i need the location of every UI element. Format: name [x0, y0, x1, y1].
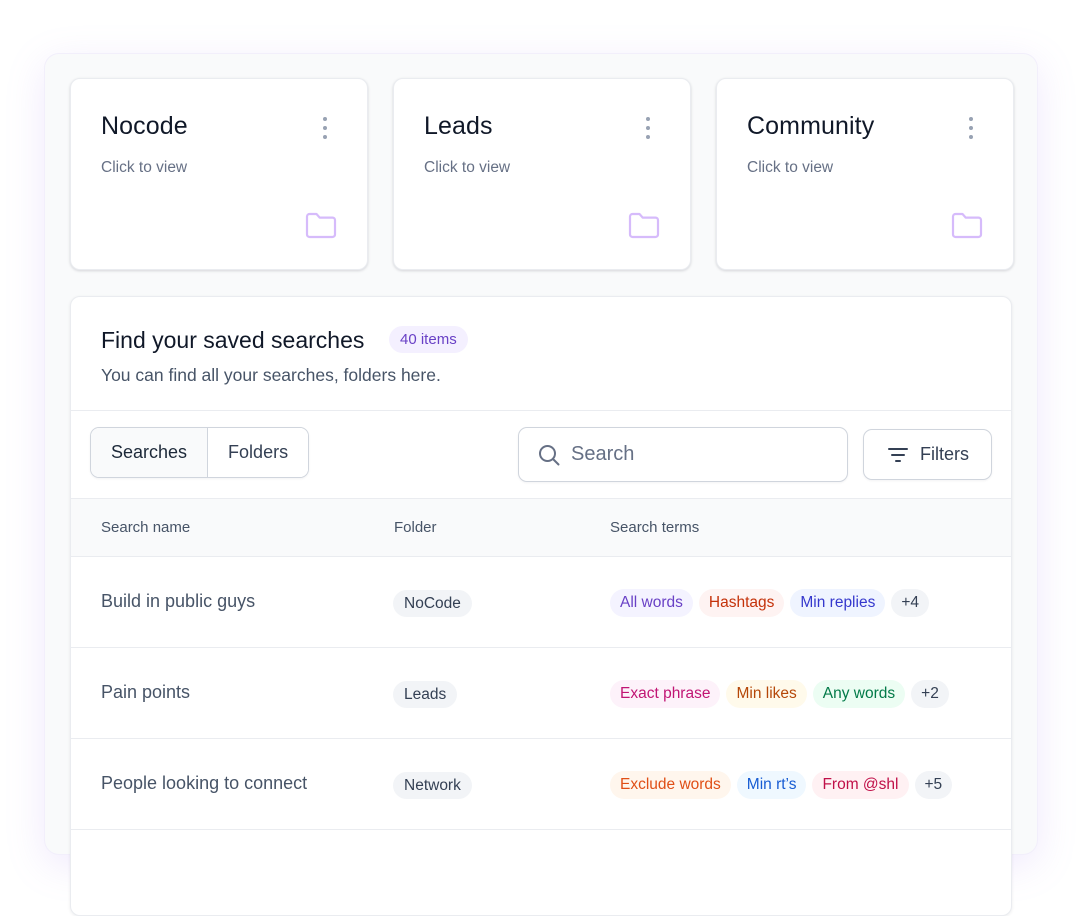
- filters-label: Filters: [920, 444, 969, 464]
- folder-icon: [628, 212, 660, 239]
- search-terms: Exclude words Min rt’s From @shl +5: [610, 771, 953, 799]
- folder-icon: [305, 212, 337, 239]
- folder-card-title: Community: [747, 112, 875, 140]
- toolbar: Searches Folders Filters: [71, 411, 1011, 499]
- folder-card-community[interactable]: Community Click to view: [716, 78, 1014, 270]
- folder-card-subtitle: Click to view: [747, 159, 834, 176]
- term-tag: Exclude words: [610, 771, 731, 799]
- page-title: Find your saved searches: [101, 327, 365, 353]
- term-tag: Min rt’s: [736, 771, 807, 799]
- more-vertical-icon[interactable]: [315, 115, 335, 141]
- more-terms-badge[interactable]: +4: [891, 589, 930, 617]
- table-row[interactable]: People looking to connect Network Exclud…: [71, 739, 1011, 830]
- search-box[interactable]: [518, 427, 848, 482]
- folder-card-title: Leads: [424, 112, 493, 140]
- term-tag: Exact phrase: [610, 680, 721, 708]
- tab-searches[interactable]: Searches: [91, 428, 208, 477]
- table-row[interactable]: Build in public guys NoCode All words Has…: [71, 557, 1011, 648]
- app-frame: Nocode Click to view Leads Click to view…: [45, 54, 1037, 916]
- search-input[interactable]: [571, 443, 831, 466]
- folder-badge: Network: [393, 772, 472, 799]
- filters-button[interactable]: Filters: [863, 429, 992, 480]
- folder-card-subtitle: Click to view: [101, 159, 188, 176]
- folder-cards: Nocode Click to view Leads Click to view…: [70, 78, 1014, 270]
- term-tag: Hashtags: [698, 589, 785, 617]
- table-row[interactable]: Pain points Leads Exact phrase Min likes A…: [71, 648, 1011, 739]
- folder-card-subtitle: Click to view: [424, 159, 511, 176]
- search-terms: Exact phrase Min likes Any words +2: [610, 680, 949, 708]
- more-vertical-icon[interactable]: [638, 115, 658, 141]
- column-header-folder[interactable]: Folder: [394, 519, 437, 536]
- search-icon: [539, 444, 560, 465]
- more-terms-badge[interactable]: +2: [911, 680, 949, 708]
- search-name: People looking to connect: [101, 773, 308, 793]
- folder-icon: [951, 212, 983, 239]
- saved-searches-panel: Find your saved searches 40 items You ca…: [70, 296, 1012, 916]
- view-toggle: Searches Folders: [90, 427, 310, 478]
- page-subtitle: You can find all your searches, folders …: [101, 365, 441, 385]
- tab-folders[interactable]: Folders: [207, 428, 309, 477]
- search-name: Build in public guys: [101, 591, 256, 611]
- term-tag: Min replies: [790, 589, 886, 617]
- more-vertical-icon[interactable]: [961, 115, 981, 141]
- search-terms: All words Hashtags Min replies +4: [610, 589, 930, 617]
- term-tag: From @shl: [812, 771, 909, 799]
- column-header-search-name[interactable]: Search name: [101, 519, 190, 536]
- filter-lines-icon: [888, 447, 908, 462]
- panel-header: Find your saved searches 40 items You ca…: [71, 297, 1011, 411]
- column-header-search-terms[interactable]: Search terms: [610, 519, 699, 536]
- table-header: Search name Folder Search terms: [71, 499, 1011, 557]
- folder-badge: NoCode: [393, 590, 472, 617]
- term-tag: Min likes: [726, 680, 807, 708]
- folder-card-title: Nocode: [101, 112, 188, 140]
- more-terms-badge[interactable]: +5: [914, 771, 953, 799]
- folder-card-leads[interactable]: Leads Click to view: [393, 78, 691, 270]
- folder-card-nocode[interactable]: Nocode Click to view: [70, 78, 368, 270]
- table-body: Build in public guys NoCode All words Has…: [71, 557, 1011, 830]
- count-badge: 40 items: [389, 326, 468, 353]
- term-tag: All words: [610, 589, 693, 617]
- term-tag: Any words: [812, 680, 906, 708]
- search-name: Pain points: [101, 682, 191, 702]
- folder-badge: Leads: [393, 681, 458, 708]
